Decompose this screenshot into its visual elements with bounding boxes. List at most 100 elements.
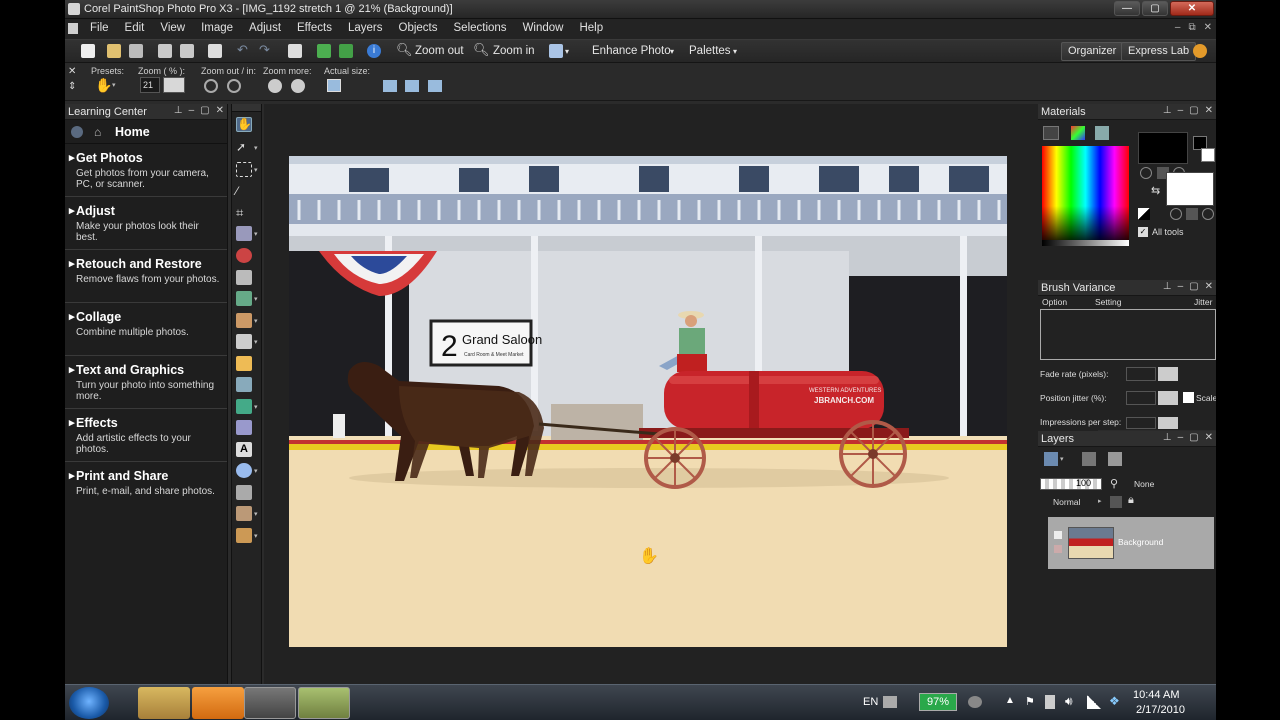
action-center-flag-icon[interactable]: ⚑ — [1025, 695, 1035, 708]
maximize-icon[interactable]: ▢ — [1189, 281, 1198, 292]
doc-minimize-button[interactable]: – — [1175, 22, 1181, 33]
show-hidden-icons[interactable]: ▲ — [1005, 695, 1015, 706]
bg-solid-style-icon[interactable] — [1170, 208, 1182, 220]
title-bar[interactable]: Corel PaintShop Photo Pro X3 - [IMG_1192… — [65, 0, 1216, 19]
minimize-icon[interactable]: – — [189, 105, 195, 116]
straighten-tool-icon[interactable] — [236, 226, 252, 241]
menu-help[interactable]: Help — [579, 22, 603, 34]
impressions-input[interactable] — [1126, 417, 1156, 429]
chevron-down-icon[interactable]: ▾ — [254, 144, 258, 152]
network-signal-icon[interactable] — [1087, 695, 1101, 709]
color-changer-icon[interactable] — [236, 420, 252, 435]
fit-image-icon[interactable] — [405, 80, 419, 92]
pin-icon[interactable]: ⇕ — [68, 81, 76, 92]
menu-selections[interactable]: Selections — [454, 22, 507, 34]
clone-tool-icon[interactable] — [236, 291, 252, 306]
photo-canvas[interactable]: 2 Grand Saloon Card Room & Meet Market W… — [289, 156, 1007, 647]
chevron-down-icon[interactable]: ▾ — [254, 295, 258, 303]
minimize-button[interactable]: — — [1114, 1, 1140, 16]
battery-indicator[interactable]: 97% — [919, 693, 957, 711]
explorer-taskbar-icon[interactable] — [138, 687, 190, 719]
chevron-down-icon[interactable]: ▾ — [112, 81, 116, 89]
background-color-swatch[interactable] — [1166, 172, 1214, 206]
maximize-icon[interactable]: ▢ — [1189, 105, 1198, 116]
new-layer-icon[interactable] — [1044, 452, 1058, 466]
keyboard-icon[interactable] — [883, 696, 897, 708]
swatches-tab-icon[interactable] — [1095, 126, 1109, 140]
variance-list[interactable] — [1040, 309, 1216, 360]
zoom-spinner[interactable] — [163, 77, 185, 93]
paint-brush-icon[interactable] — [236, 313, 252, 328]
chevron-down-icon[interactable]: ▾ — [254, 317, 258, 325]
lock-icon[interactable]: 🔒︎ — [1128, 494, 1134, 507]
menu-view[interactable]: View — [160, 22, 185, 34]
zoom-more-in-icon[interactable] — [291, 79, 305, 93]
open-folder-icon[interactable] — [107, 44, 121, 58]
print-icon[interactable] — [208, 44, 222, 58]
sync-icon[interactable] — [968, 696, 982, 708]
layout-icon[interactable] — [549, 44, 563, 58]
adjustment-layer-icon[interactable] — [1108, 452, 1122, 466]
media-player-taskbar-icon[interactable] — [192, 687, 244, 719]
lc-get-photos[interactable]: Get Photos Get photos from your camera, … — [65, 144, 227, 197]
position-jitter-input[interactable] — [1126, 391, 1156, 405]
save-as-icon[interactable] — [180, 44, 194, 58]
flag-right-icon[interactable] — [339, 44, 353, 58]
chevron-down-icon[interactable]: ▾ — [254, 230, 258, 238]
crop-tool-icon[interactable]: ⌗ — [236, 205, 252, 220]
menu-layers[interactable]: Layers — [348, 22, 383, 34]
zoom-percent-input[interactable]: 21 — [140, 77, 160, 93]
background-mini-swatch[interactable] — [1201, 148, 1215, 162]
grayscale-bar[interactable] — [1042, 240, 1129, 246]
layer-row-background[interactable]: Background — [1048, 517, 1214, 569]
lc-retouch-restore[interactable]: Retouch and Restore Remove flaws from yo… — [65, 250, 227, 303]
eraser-tool-icon[interactable] — [236, 356, 252, 371]
pin-icon[interactable]: ⊥ — [1163, 105, 1172, 116]
layer-lock-icon[interactable] — [1054, 545, 1062, 553]
materials-header[interactable]: Materials ⊥ – ▢ ✕ — [1038, 104, 1216, 120]
fade-rate-spinner[interactable] — [1158, 367, 1178, 381]
zoom-in-icon[interactable]: 🔍︎ — [473, 42, 490, 57]
foreground-color-swatch[interactable] — [1138, 132, 1188, 164]
flag-green-icon[interactable] — [317, 44, 331, 58]
menu-window[interactable]: Window — [523, 22, 564, 34]
link-icon[interactable]: ⚲ — [1110, 477, 1118, 490]
bg-transparent-style-icon[interactable] — [1202, 208, 1214, 220]
layout-dropdown-arrow[interactable]: ▾ — [565, 47, 569, 56]
lc-print-share[interactable]: Print and Share Print, e-mail, and share… — [65, 462, 227, 515]
chevron-down-icon[interactable]: ▾ — [254, 338, 258, 346]
fit-screen-icon[interactable] — [428, 80, 442, 92]
pin-icon[interactable]: ⊥ — [1163, 432, 1172, 443]
color-spectrum[interactable] — [1042, 146, 1129, 246]
default-colors-icon[interactable] — [1138, 208, 1150, 220]
brush-variance-header[interactable]: Brush Variance ⊥ – ▢ ✕ — [1038, 280, 1216, 296]
lc-effects[interactable]: Effects Add artistic effects to your pho… — [65, 409, 227, 462]
chevron-down-icon[interactable]: ▾ — [254, 467, 258, 475]
close-icon[interactable]: ✕ — [1205, 281, 1213, 292]
menu-edit[interactable]: Edit — [125, 22, 145, 34]
clock-time[interactable]: 10:44 AM — [1133, 689, 1179, 701]
doc-close-button[interactable]: ✕ — [1204, 22, 1212, 33]
pan-tool-icon[interactable]: ✋ — [236, 117, 252, 132]
close-options-icon[interactable]: ✕ — [68, 66, 76, 77]
delete-layer-icon[interactable] — [1082, 452, 1096, 466]
position-jitter-spinner[interactable] — [1158, 391, 1178, 405]
menu-objects[interactable]: Objects — [399, 22, 438, 34]
windows-start-button[interactable] — [69, 687, 109, 719]
zoom-out-label[interactable]: Zoom out — [415, 45, 464, 57]
bg-gradient-style-icon[interactable] — [1186, 208, 1198, 220]
maximize-button[interactable]: ▢ — [1142, 1, 1168, 16]
clipboard-icon[interactable] — [288, 44, 302, 58]
layers-header[interactable]: Layers ⊥ – ▢ ✕ — [1038, 431, 1216, 447]
visibility-eye-icon[interactable] — [1054, 531, 1062, 539]
volume-icon[interactable]: 🔊︎ — [1065, 694, 1073, 709]
blend-mode-select[interactable]: Normal — [1053, 497, 1080, 507]
menu-file[interactable]: File — [90, 22, 109, 34]
menu-adjust[interactable]: Adjust — [249, 22, 281, 34]
save-icon[interactable] — [158, 44, 172, 58]
zoom-in-magnifier-icon[interactable] — [227, 79, 241, 93]
app-icon[interactable] — [68, 3, 80, 15]
help-orb-icon[interactable] — [1193, 44, 1207, 58]
zoom-out-magnifier-icon[interactable] — [204, 79, 218, 93]
learning-center-header[interactable]: Learning Center ⊥ – ▢ ✕ — [65, 104, 227, 120]
